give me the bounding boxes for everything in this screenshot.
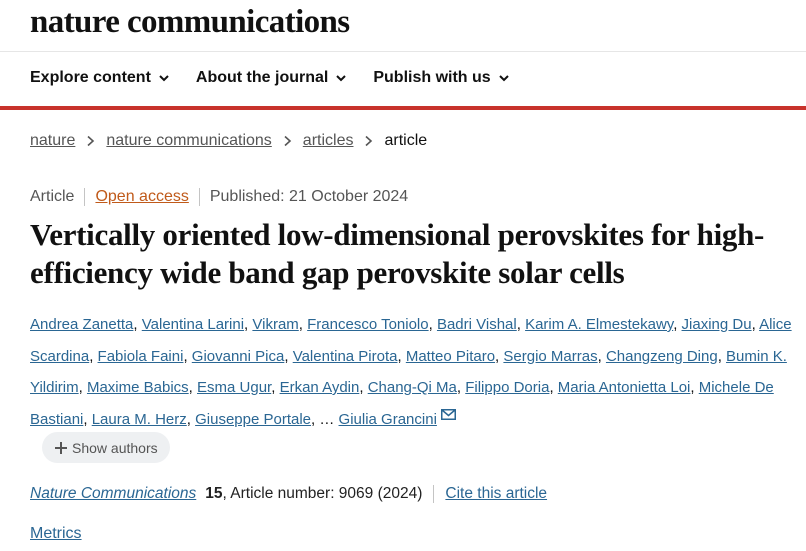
header-divider [0, 51, 806, 52]
meta-divider [198, 188, 200, 206]
chevron-right-icon [365, 135, 373, 147]
nav-label: About the journal [195, 69, 329, 86]
article-meta: Article Open access Published: 21 Octobe… [30, 188, 408, 206]
author-link[interactable]: Vikram [252, 316, 298, 333]
author-link[interactable]: Giuseppe Portale [195, 411, 311, 428]
author-link[interactable]: Karim A. Elmestekawy [525, 316, 673, 333]
author-link[interactable]: Valentina Larini [142, 316, 244, 333]
author-link[interactable]: Giovanni Pica [192, 348, 285, 365]
author-link[interactable]: Laura M. Herz [92, 411, 187, 428]
author-link[interactable]: Jiaxing Du [682, 316, 752, 333]
author-link[interactable]: Filippo Doria [465, 379, 549, 396]
show-authors-button[interactable]: Show authors [42, 432, 170, 463]
author-link[interactable]: Changzeng Ding [606, 348, 718, 365]
author-link[interactable]: Erkan Aydin [280, 379, 360, 396]
plus-icon [55, 441, 67, 454]
citation-divider [433, 485, 435, 503]
breadcrumb-articles[interactable]: articles [303, 132, 354, 150]
nav-label: Publish with us [373, 69, 491, 86]
meta-divider [84, 188, 86, 206]
nav-publish-with-us[interactable]: Publish with us [373, 69, 509, 87]
chevron-down-icon [498, 75, 509, 82]
journal-link[interactable]: Nature Communications [30, 485, 196, 503]
mail-icon[interactable] [440, 408, 456, 420]
chevron-down-icon [336, 75, 347, 82]
breadcrumb-current: article [384, 132, 428, 149]
published-date: Published: 21 October 2024 [209, 188, 409, 205]
author-link[interactable]: Esma Ugur [197, 379, 271, 396]
author-link[interactable]: Chang-Qi Ma [368, 379, 457, 396]
journal-brand[interactable]: nature communications [30, 4, 350, 41]
article-number: , Article number: 9069 (2024) [222, 485, 423, 502]
nav-explore-content[interactable]: Explore content [30, 69, 170, 87]
article-type: Article [30, 188, 75, 205]
author-link[interactable]: Badri Vishal [437, 316, 517, 333]
author-link[interactable]: Maria Antonietta Loi [558, 379, 691, 396]
metrics-link[interactable]: Metrics [30, 525, 82, 543]
chevron-down-icon [159, 75, 169, 82]
author-link[interactable]: Francesco Toniolo [307, 316, 428, 333]
chevron-right-icon [87, 135, 95, 147]
main-nav: Explore content About the journal Publis… [30, 69, 536, 87]
nav-about-journal[interactable]: About the journal [196, 69, 347, 87]
corresponding-author-link[interactable]: Giulia Grancini [339, 411, 437, 428]
author-link[interactable]: Sergio Marras [503, 348, 597, 365]
breadcrumb-nature[interactable]: nature [30, 132, 75, 150]
author-link[interactable]: Andrea Zanetta [30, 316, 133, 333]
cite-this-article-link[interactable]: Cite this article [445, 485, 547, 503]
nav-label: Explore content [30, 69, 151, 86]
breadcrumb: nature nature communications articles ar… [30, 132, 427, 150]
breadcrumb-nature-communications[interactable]: nature communications [106, 132, 271, 150]
chevron-right-icon [284, 135, 291, 147]
volume-number: 15 [205, 485, 223, 502]
open-access-link[interactable]: Open access [95, 188, 188, 206]
show-authors-label: Show authors [72, 439, 158, 456]
citation-line: Nature Communications 15 , Article numbe… [30, 485, 547, 503]
nav-accent-bar [0, 106, 806, 110]
author-link[interactable]: Maxime Babics [87, 379, 189, 396]
article-title: Vertically oriented low-dimensional pero… [30, 217, 765, 290]
author-ellipsis: … [319, 410, 335, 428]
author-list: Andrea Zanetta, Valentina Larini, Vikram… [30, 316, 792, 428]
author-link[interactable]: Valentina Pirota [293, 348, 398, 365]
author-link[interactable]: Fabiola Faini [98, 348, 184, 365]
author-link[interactable]: Matteo Pitaro [406, 348, 495, 365]
